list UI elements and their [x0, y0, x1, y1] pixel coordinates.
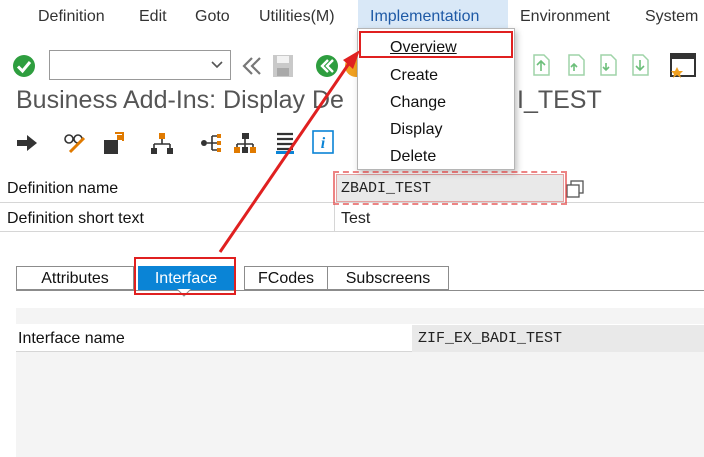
annotation-arrow	[218, 50, 360, 253]
